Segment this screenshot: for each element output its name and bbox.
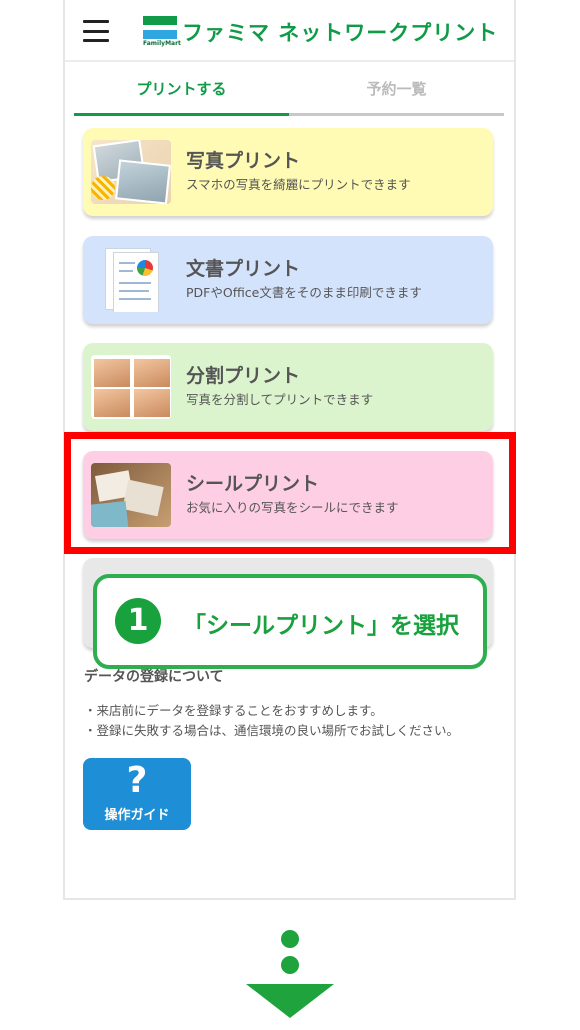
question-icon: ? [126,760,148,801]
card-description: PDFやOffice文書をそのまま印刷できます [186,285,422,300]
document-thumbnail [91,248,171,312]
dot-icon [281,956,299,974]
card-title: 写真プリント [186,150,301,172]
step-number-badge: 1 [115,598,161,644]
photo-thumbnail [91,140,171,204]
info-title: データの登録について [84,669,224,685]
split-print-card[interactable]: 分割プリント 写真を分割してプリントできます [83,343,493,431]
selection-highlight [64,432,516,554]
document-print-card[interactable]: 文書プリント PDFやOffice文書をそのまま印刷できます [83,236,493,324]
card-description: 写真を分割してプリントできます [186,392,374,407]
info-line: ・登録に失敗する場合は、通信環境の良い場所でお試しください。 [84,723,460,738]
photo-print-card[interactable]: 写真プリント スマホの写真を綺麗にプリントできます [83,128,493,216]
guide-label: 操作ガイド [104,808,170,823]
operation-guide-button[interactable]: ? 操作ガイド [83,758,191,830]
card-title: 分割プリント [186,365,301,387]
dot-icon [281,930,299,948]
card-description: スマホの写真を綺麗にプリントできます [186,177,411,192]
split-thumbnail [91,355,171,419]
step-callout: 1 「シールプリント」を選択 [93,574,487,669]
info-line: ・来店前にデータを登録することをおすすめします。 [84,703,383,718]
step-instruction: 「シールプリント」を選択 [183,613,459,639]
card-title: 文書プリント [186,258,301,280]
down-arrow-icon [246,984,334,1018]
